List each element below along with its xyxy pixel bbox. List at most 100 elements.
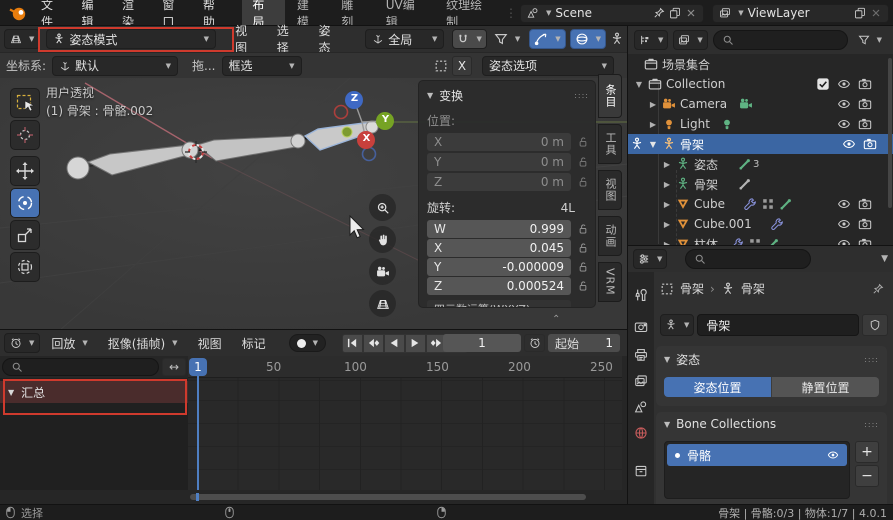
- pin-icon[interactable]: [872, 283, 884, 295]
- pose-panel-header[interactable]: ▼ 姿态 ::::: [664, 351, 879, 368]
- render-camera-icon[interactable]: [858, 237, 872, 246]
- vertex-group-icon[interactable]: [761, 197, 775, 211]
- channel-search-input[interactable]: [2, 358, 159, 376]
- timeline-ruler[interactable]: 50 100 150 200 250: [188, 356, 622, 378]
- mode-selector[interactable]: 姿态模式 ▼: [46, 29, 217, 49]
- menu-pose[interactable]: 姿态: [310, 24, 350, 55]
- pan-button[interactable]: [369, 226, 396, 253]
- chevron-down-icon[interactable]: ▼: [881, 254, 888, 264]
- bone-collections-header[interactable]: ▼ Bone Collections ::::: [664, 417, 879, 431]
- tab-scene-icon[interactable]: [634, 400, 648, 414]
- editor-type-button[interactable]: ▼: [4, 333, 41, 353]
- menu-playback[interactable]: 回放 ▼: [42, 330, 96, 356]
- disclosure-icon[interactable]: ▶: [662, 160, 672, 169]
- menu-keying[interactable]: 抠像(插帧) ▼: [99, 330, 187, 356]
- render-camera-icon[interactable]: [858, 197, 872, 211]
- tab-viewlayer-icon[interactable]: [634, 374, 648, 388]
- disclosure-icon[interactable]: ▼: [648, 140, 658, 149]
- duplicate-icon[interactable]: [669, 7, 681, 19]
- vertex-group-icon[interactable]: [748, 237, 762, 246]
- menu-select[interactable]: 选择: [268, 24, 308, 55]
- eye-icon[interactable]: [827, 449, 839, 461]
- blender-logo-icon[interactable]: [8, 4, 28, 22]
- properties-search-input[interactable]: [685, 249, 812, 269]
- lock-open-icon[interactable]: [577, 242, 589, 254]
- tab-object-icon[interactable]: [634, 464, 648, 478]
- playhead-line[interactable]: [197, 376, 199, 490]
- outliner-row-pose[interactable]: ▶ 姿态 3: [628, 154, 888, 174]
- render-camera-icon[interactable]: [858, 77, 872, 91]
- outliner-row-light[interactable]: ▶ Light: [628, 114, 888, 134]
- modifier-wrench-icon[interactable]: [770, 217, 784, 231]
- breadcrumb-data[interactable]: 骨架: [741, 280, 765, 297]
- eye-icon[interactable]: [842, 137, 856, 151]
- disclosure-icon[interactable]: ▶: [648, 100, 658, 109]
- tool-rotate[interactable]: [10, 188, 40, 218]
- tab-render-icon[interactable]: [634, 320, 648, 334]
- expand-collapse-button[interactable]: ↔: [162, 358, 186, 376]
- lock-open-icon[interactable]: [577, 136, 589, 148]
- tab-world-icon[interactable]: [634, 426, 648, 440]
- breadcrumb-object[interactable]: 骨架: [680, 280, 704, 297]
- location-z-field[interactable]: Z0 m: [427, 173, 571, 191]
- lock-open-icon[interactable]: [577, 223, 589, 235]
- outliner-search-input[interactable]: [712, 30, 848, 50]
- eye-icon[interactable]: [837, 117, 851, 131]
- panel-drag-handle[interactable]: ::::: [574, 91, 589, 100]
- eye-icon[interactable]: [837, 97, 851, 111]
- menu-edit[interactable]: 编辑: [72, 0, 112, 29]
- mirror-x-toggle[interactable]: X: [452, 55, 472, 76]
- bones-icon[interactable]: [738, 177, 752, 191]
- scene-selector[interactable]: ▼ Scene: [520, 3, 705, 23]
- timeline-scrollbar[interactable]: [0, 492, 622, 502]
- rest-position-button[interactable]: 静置位置: [771, 377, 879, 397]
- auto-key-button[interactable]: ▼: [288, 334, 326, 352]
- prev-keyframe-button[interactable]: [362, 333, 384, 353]
- eye-icon[interactable]: [837, 217, 851, 231]
- gizmo-x-label[interactable]: X: [361, 133, 372, 144]
- modifier-wrench-icon[interactable]: [730, 237, 744, 246]
- location-y-field[interactable]: Y0 m: [427, 153, 571, 171]
- checkbox-icon[interactable]: [816, 77, 830, 91]
- id-name-field[interactable]: 骨架: [697, 314, 859, 336]
- play-reverse-button[interactable]: [383, 333, 405, 353]
- disclosure-icon[interactable]: ▶: [662, 220, 672, 229]
- orientation-selector[interactable]: 全局 ▼: [365, 29, 445, 49]
- editor-type-button[interactable]: ▼: [633, 249, 668, 269]
- use-preview-range-toggle[interactable]: [524, 334, 545, 352]
- tool-select-box[interactable]: [10, 88, 40, 118]
- outliner-scrollbar[interactable]: [888, 58, 892, 208]
- menu-marker[interactable]: 标记: [233, 330, 275, 356]
- panel-drag-handle[interactable]: ::::: [864, 355, 879, 364]
- render-camera-icon[interactable]: [858, 117, 872, 131]
- eye-icon[interactable]: [837, 77, 851, 91]
- summary-channel-row[interactable]: ▼ 汇总: [0, 381, 188, 403]
- disclosure-icon[interactable]: ▶: [662, 180, 672, 189]
- pose-options-dropdown[interactable]: 姿态选项 ▼: [482, 55, 614, 76]
- menu-window[interactable]: 窗口: [153, 0, 193, 29]
- editor-type-button[interactable]: ▼: [4, 29, 41, 49]
- bone-icon[interactable]: [738, 157, 752, 171]
- menu-help[interactable]: 帮助: [194, 0, 234, 29]
- display-mode-dropdown[interactable]: ▼: [634, 30, 669, 50]
- viewlayer-name[interactable]: ViewLayer: [748, 6, 850, 20]
- constraint-icon[interactable]: [766, 237, 780, 246]
- lock-open-icon[interactable]: [577, 280, 589, 292]
- menu-render[interactable]: 渲染: [113, 0, 153, 29]
- npanel-tab-vrm[interactable]: VRM: [598, 262, 622, 302]
- tool-transform[interactable]: [10, 252, 40, 282]
- transform-panel-header[interactable]: ▼ 变换 ::::: [427, 87, 589, 104]
- mirror-box-icon[interactable]: [434, 59, 448, 73]
- play-button[interactable]: [404, 333, 426, 353]
- frame-start-field[interactable]: 起始 1: [548, 334, 620, 352]
- tool-cursor[interactable]: [10, 120, 40, 150]
- tool-move[interactable]: [10, 156, 40, 186]
- menu-view[interactable]: 视图: [226, 24, 266, 55]
- pose-position-button[interactable]: 姿态位置: [664, 377, 771, 397]
- coord-system-selector[interactable]: 默认 ▼: [52, 55, 179, 76]
- disclosure-icon[interactable]: ▼: [634, 80, 644, 89]
- close-icon[interactable]: [685, 7, 697, 19]
- panel-scroll-hint[interactable]: ⌃: [552, 314, 560, 325]
- npanel-tab-view[interactable]: 视图: [598, 170, 622, 210]
- pin-icon[interactable]: [653, 7, 665, 19]
